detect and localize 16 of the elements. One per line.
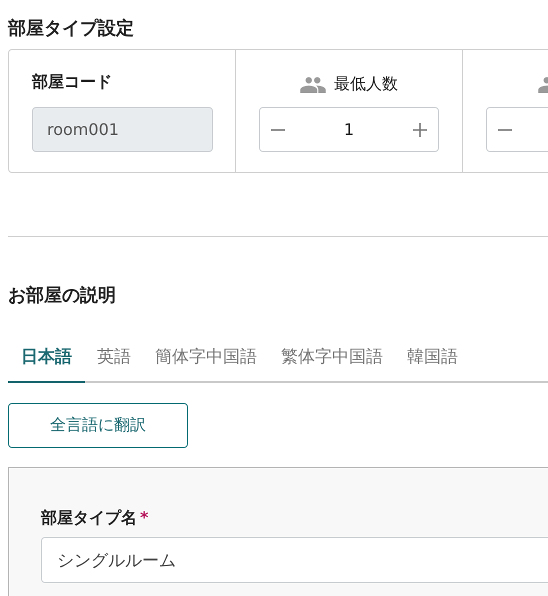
language-tab[interactable]: 簡体字中国語 — [143, 335, 269, 383]
stepper-value: 1 — [344, 120, 354, 139]
required-mark: * — [140, 508, 148, 527]
language-tab[interactable]: 韓国語 — [395, 335, 470, 383]
language-tab[interactable]: 英語 — [85, 335, 143, 383]
section-title: お部屋の説明 — [8, 284, 116, 307]
translate-button[interactable]: 全言語に翻訳 — [8, 403, 188, 448]
room-type-name-field[interactable]: シングルルーム — [41, 537, 548, 583]
section-title: 部屋タイプ設定 — [8, 17, 134, 41]
number-stepper[interactable]: 1 — [259, 107, 439, 152]
field-label: 最低人数 — [334, 72, 398, 94]
language-tab[interactable]: 日本語 — [8, 335, 85, 383]
room-code-field[interactable]: room001 — [32, 107, 213, 152]
field-label: 部屋コード — [32, 72, 112, 93]
field-label: 部屋タイプ名 — [41, 508, 137, 529]
language-tab[interactable]: 繁体字中国語 — [269, 335, 395, 383]
